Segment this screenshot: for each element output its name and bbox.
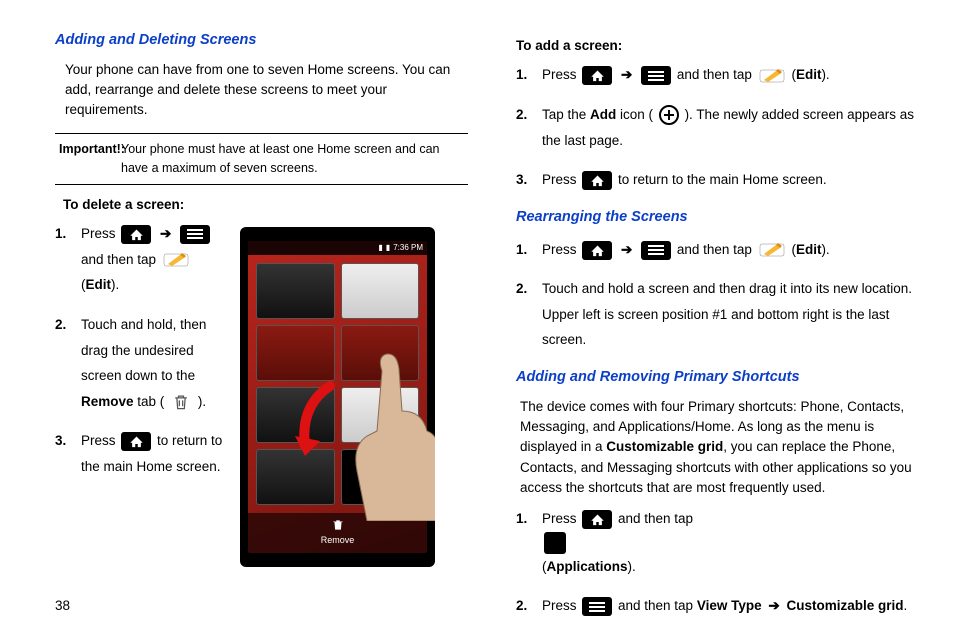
text: Press — [81, 226, 119, 241]
trash-icon — [170, 391, 192, 413]
arrow-icon: ➔ — [621, 67, 632, 82]
heading-rearranging: Rearranging the Screens — [516, 207, 914, 229]
home-icon — [582, 66, 612, 85]
right-column: To add a screen: Press ➔ and then tap (E… — [516, 30, 914, 633]
text: tab ( — [134, 394, 165, 409]
text: Press — [542, 598, 580, 613]
phone-thumbnail-grid: + — [248, 255, 427, 513]
text: Edit — [796, 242, 822, 257]
shortcut-step-2: Press and then tap View Type ➔ Customiza… — [542, 593, 914, 619]
home-icon — [121, 225, 151, 244]
screen-thumbnail — [256, 387, 335, 443]
screen-thumbnail — [256, 263, 335, 319]
heading-primary-shortcuts: Adding and Removing Primary Shortcuts — [516, 367, 914, 389]
text: ). — [198, 394, 206, 409]
left-column: Adding and Deleting Screens Your phone c… — [55, 30, 468, 633]
edit-icon — [758, 241, 786, 259]
delete-step-1: Press ➔ and then tap (Edit). — [81, 221, 230, 298]
home-icon — [582, 171, 612, 190]
text: Press — [542, 67, 580, 82]
text: Customizable grid — [786, 598, 903, 613]
text: and then tap — [677, 242, 756, 257]
add-steps-list: Press ➔ and then tap (Edit). Tap the Add… — [542, 62, 914, 193]
screen-thumbnail — [341, 325, 420, 381]
rearrange-steps-list: Press ➔ and then tap (Edit). Touch and h… — [542, 237, 914, 354]
important-label: Important!: — [59, 142, 125, 156]
text: Customizable grid — [606, 439, 723, 454]
text: Edit — [86, 277, 112, 292]
edit-icon — [758, 67, 786, 85]
shortcut-step-1: Press and then tap (Applications). — [542, 506, 914, 579]
text: to return to the main Home screen. — [618, 172, 827, 187]
text: and then tap — [81, 252, 160, 267]
remove-bar: Remove — [248, 513, 427, 553]
text: and then tap — [618, 511, 693, 526]
text: Press — [542, 242, 580, 257]
add-step-1: Press ➔ and then tap (Edit). — [542, 62, 914, 88]
remove-label: Remove — [321, 534, 355, 548]
home-icon — [121, 432, 151, 451]
text: View Type — [697, 598, 762, 613]
screen-thumbnail — [341, 263, 420, 319]
text: Press — [542, 172, 580, 187]
text: . — [903, 598, 907, 613]
delete-steps-list: Press ➔ and then tap (Edit). Touch and h… — [81, 221, 230, 480]
menu-icon — [582, 597, 612, 616]
text: Touch and hold, then drag the undesired … — [81, 317, 206, 383]
to-add-heading: To add a screen: — [516, 36, 914, 56]
delete-step-3: Press to return to the main Home screen. — [81, 428, 230, 479]
edit-icon — [162, 251, 190, 269]
home-icon — [582, 510, 612, 529]
intro-text: Your phone can have from one to seven Ho… — [65, 60, 468, 121]
delete-step-2: Touch and hold, then drag the undesired … — [81, 312, 230, 415]
text: ). — [111, 277, 119, 292]
arrow-icon: ➔ — [621, 242, 632, 257]
heading-adding-deleting: Adding and Deleting Screens — [55, 30, 468, 52]
add-step-2: Tap the Add icon ( ). The newly added sc… — [542, 102, 914, 153]
arrow-icon: ➔ — [160, 226, 171, 241]
screen-thumbnail — [341, 387, 420, 443]
add-step-3: Press to return to the main Home screen. — [542, 167, 914, 193]
text: icon ( — [616, 107, 653, 122]
text: ). — [627, 559, 635, 574]
menu-icon — [180, 225, 210, 244]
phone-time: 7:36 PM — [393, 242, 423, 254]
text: ). — [821, 67, 829, 82]
text: Edit — [796, 67, 822, 82]
shortcuts-intro: The device comes with four Primary short… — [520, 397, 914, 498]
add-screen-thumbnail: + — [341, 449, 420, 505]
plus-circle-icon — [659, 105, 679, 125]
important-box: Important!: Your phone must have at leas… — [55, 133, 468, 185]
applications-icon — [544, 532, 566, 554]
text: Press — [81, 433, 119, 448]
to-delete-heading: To delete a screen: — [63, 195, 468, 215]
text: Tap the — [542, 107, 590, 122]
text: Applications — [546, 559, 627, 574]
page-number: 38 — [55, 596, 70, 616]
phone-statusbar: ▮▮7:36 PM — [248, 241, 427, 255]
text: Add — [590, 107, 616, 122]
text: ). — [821, 242, 829, 257]
text: Remove — [81, 394, 134, 409]
text: Press — [542, 511, 580, 526]
rearrange-step-1: Press ➔ and then tap (Edit). — [542, 237, 914, 263]
shortcut-steps-list: Press and then tap (Applications). Press… — [542, 506, 914, 619]
menu-icon — [641, 66, 671, 85]
phone-screenshot: ▮▮7:36 PM + Remove — [240, 227, 435, 567]
screen-thumbnail — [256, 325, 335, 381]
text: and then tap — [618, 598, 697, 613]
rearrange-step-2: Touch and hold a screen and then drag it… — [542, 276, 914, 353]
screen-thumbnail — [256, 449, 335, 505]
home-icon — [582, 241, 612, 260]
arrow-icon: ➔ — [768, 598, 779, 613]
menu-icon — [641, 241, 671, 260]
text: and then tap — [677, 67, 756, 82]
